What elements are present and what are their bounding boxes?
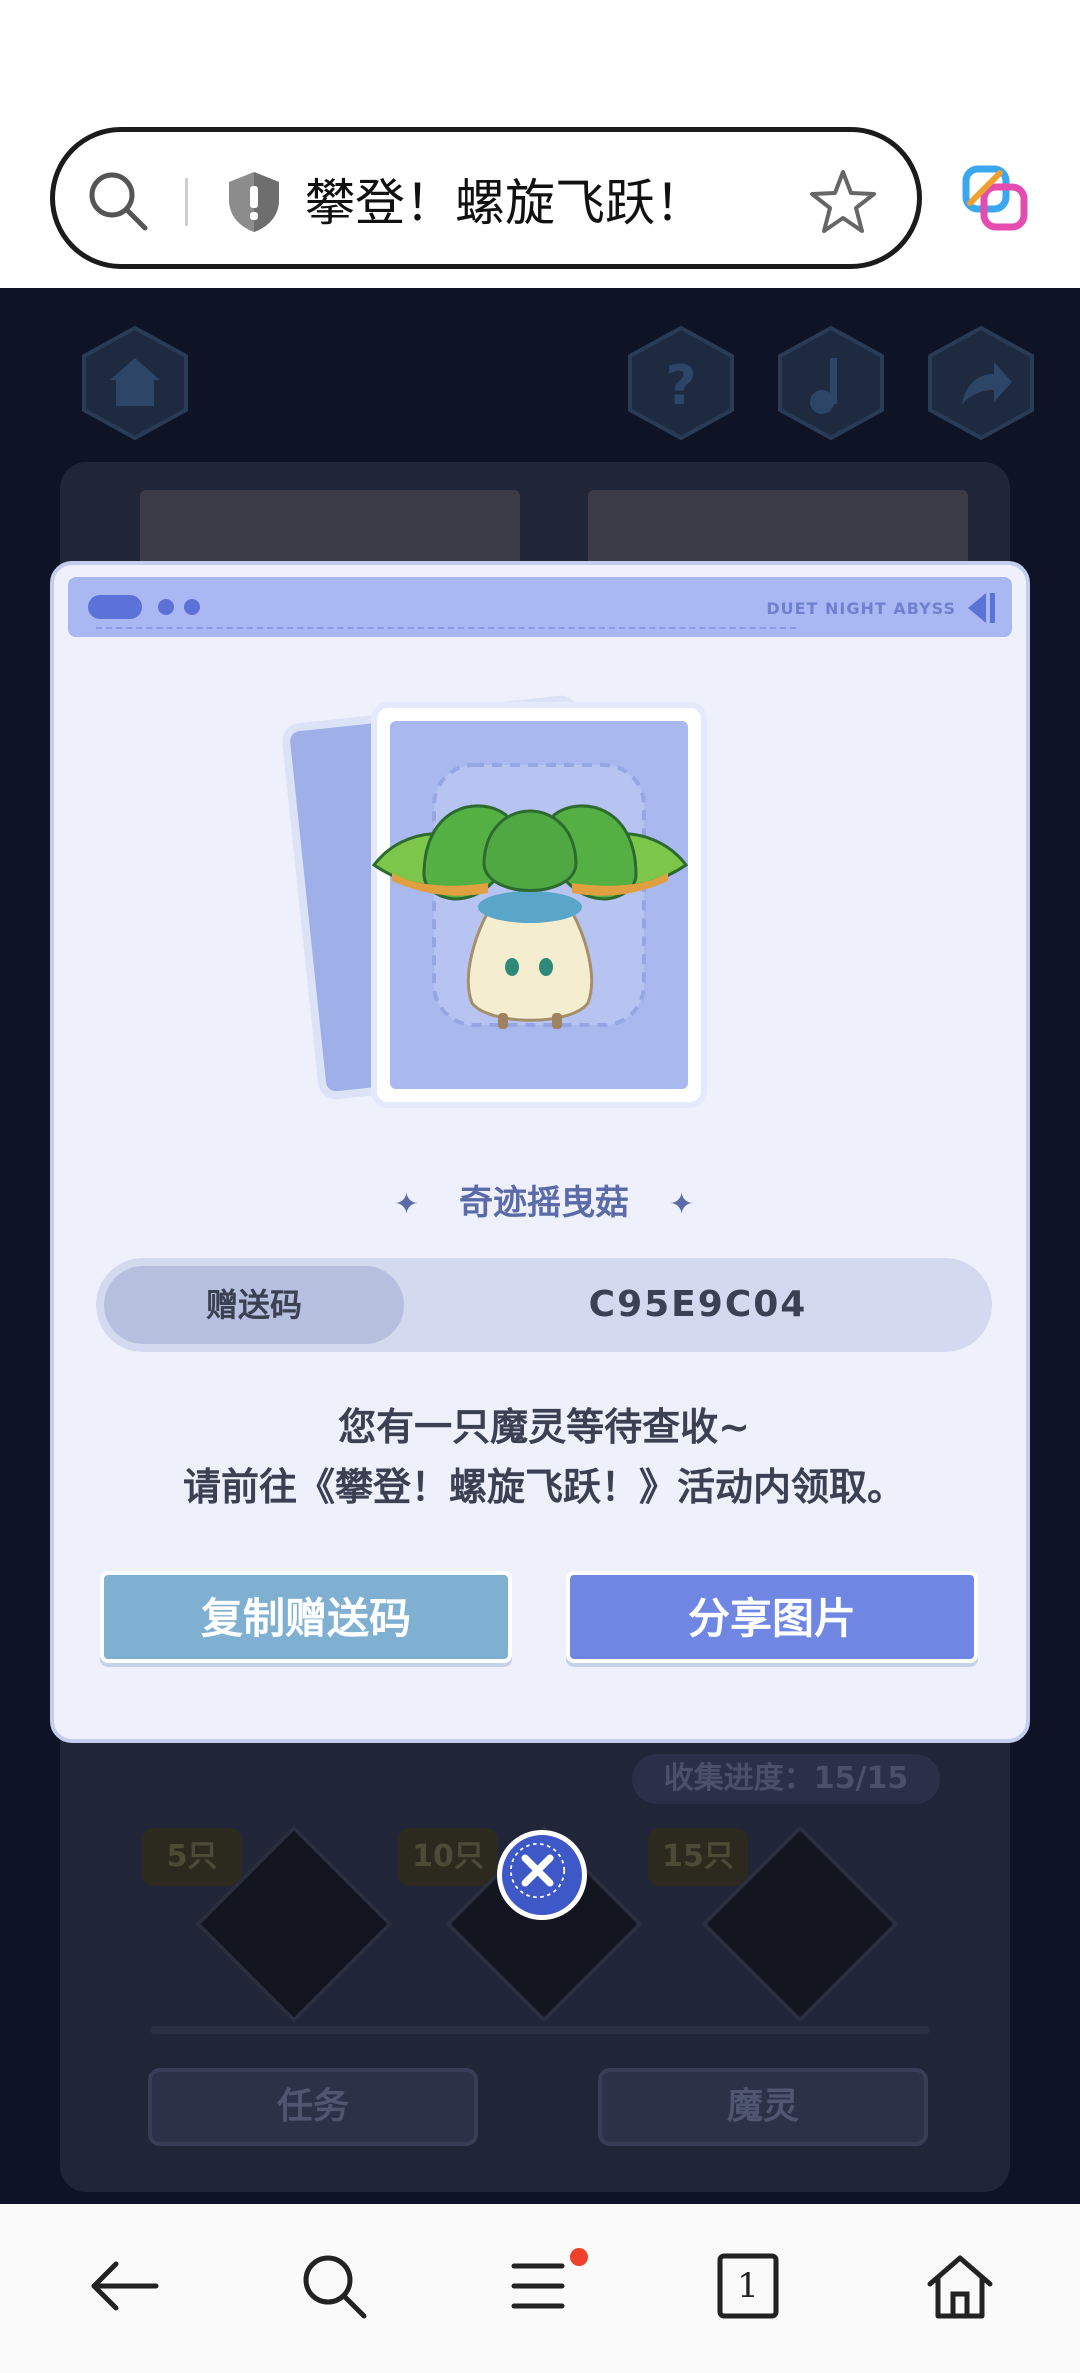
search-icon[interactable] <box>294 2246 374 2326</box>
tab-count: 1 <box>737 2266 759 2306</box>
header-brand: DUET NIGHT ABYSS <box>766 599 956 618</box>
spirit-name: ✦ 奇迹摇曳菇 ✦ <box>54 1175 1026 1224</box>
search-icon[interactable] <box>85 168 151 234</box>
home-icon[interactable] <box>76 324 194 442</box>
reward-tag: 10只 <box>398 1828 498 1886</box>
tabs-button[interactable]: 1 <box>708 2246 788 2326</box>
header-arrow-icon <box>968 593 995 623</box>
address-separator <box>185 178 188 226</box>
header-dot <box>184 599 200 615</box>
reward-track <box>150 2026 930 2034</box>
screen: 攀登！螺旋飞跃！ ? 收集进度：15/15 5只 10只 15只 任务 魔灵 D… <box>0 0 1080 2373</box>
app-logo-icon[interactable] <box>960 163 1030 233</box>
collection-progress: 收集进度：15/15 <box>632 1754 940 1804</box>
star-icon[interactable] <box>807 166 879 238</box>
browser-toolbar: 攀登！螺旋飞跃！ <box>0 0 1080 288</box>
bottom-navigation: 1 <box>0 2204 1080 2373</box>
music-icon[interactable] <box>772 324 890 442</box>
home-icon[interactable] <box>920 2246 1000 2326</box>
spirit-card-image <box>282 695 707 1108</box>
header-divider <box>96 627 796 629</box>
gift-code-box: 赠送码 C95E9C04 <box>96 1258 992 1352</box>
gift-message: 您有一只魔灵等待查收~ 请前往《攀登！螺旋飞跃！》活动内领取。 <box>54 1397 1026 1517</box>
close-icon[interactable] <box>497 1830 587 1920</box>
back-icon[interactable] <box>84 2246 164 2326</box>
header-dot <box>158 599 174 615</box>
gift-message-line2: 请前往《攀登！螺旋飞跃！》活动内领取。 <box>182 1465 905 1509</box>
sparkle-left-icon: ✦ <box>393 1187 419 1222</box>
gift-code-value: C95E9C04 <box>588 1284 808 1325</box>
gift-code-label: 赠送码 <box>104 1266 404 1344</box>
reward-tag: 15只 <box>648 1828 748 1886</box>
address-bar[interactable]: 攀登！螺旋飞跃！ <box>50 127 922 269</box>
gift-dialog: DUET NIGHT ABYSS ✦ 奇迹摇曳菇 ✦ 赠送码 C95E9C04 … <box>50 561 1030 1743</box>
dialog-header: DUET NIGHT ABYSS <box>68 577 1012 637</box>
svg-text:?: ? <box>665 354 696 417</box>
copy-code-button[interactable]: 复制赠送码 <box>100 1571 512 1663</box>
tab-spirits[interactable]: 魔灵 <box>598 2068 928 2146</box>
gift-message-line1: 您有一只魔灵等待查收~ <box>338 1405 750 1449</box>
help-icon[interactable]: ? <box>622 324 740 442</box>
header-decoration <box>88 595 142 619</box>
reward-tag: 5只 <box>142 1828 242 1886</box>
spirit-name-text: 奇迹摇曳菇 <box>459 1183 629 1223</box>
share-icon[interactable] <box>922 324 1040 442</box>
shield-icon[interactable] <box>225 170 283 234</box>
sparkle-right-icon: ✦ <box>669 1187 695 1222</box>
notification-badge <box>570 2248 588 2266</box>
page-title[interactable]: 攀登！螺旋飞跃！ <box>305 170 705 236</box>
share-image-button[interactable]: 分享图片 <box>566 1571 978 1663</box>
menu-icon[interactable] <box>500 2246 580 2326</box>
tab-tasks[interactable]: 任务 <box>148 2068 478 2146</box>
